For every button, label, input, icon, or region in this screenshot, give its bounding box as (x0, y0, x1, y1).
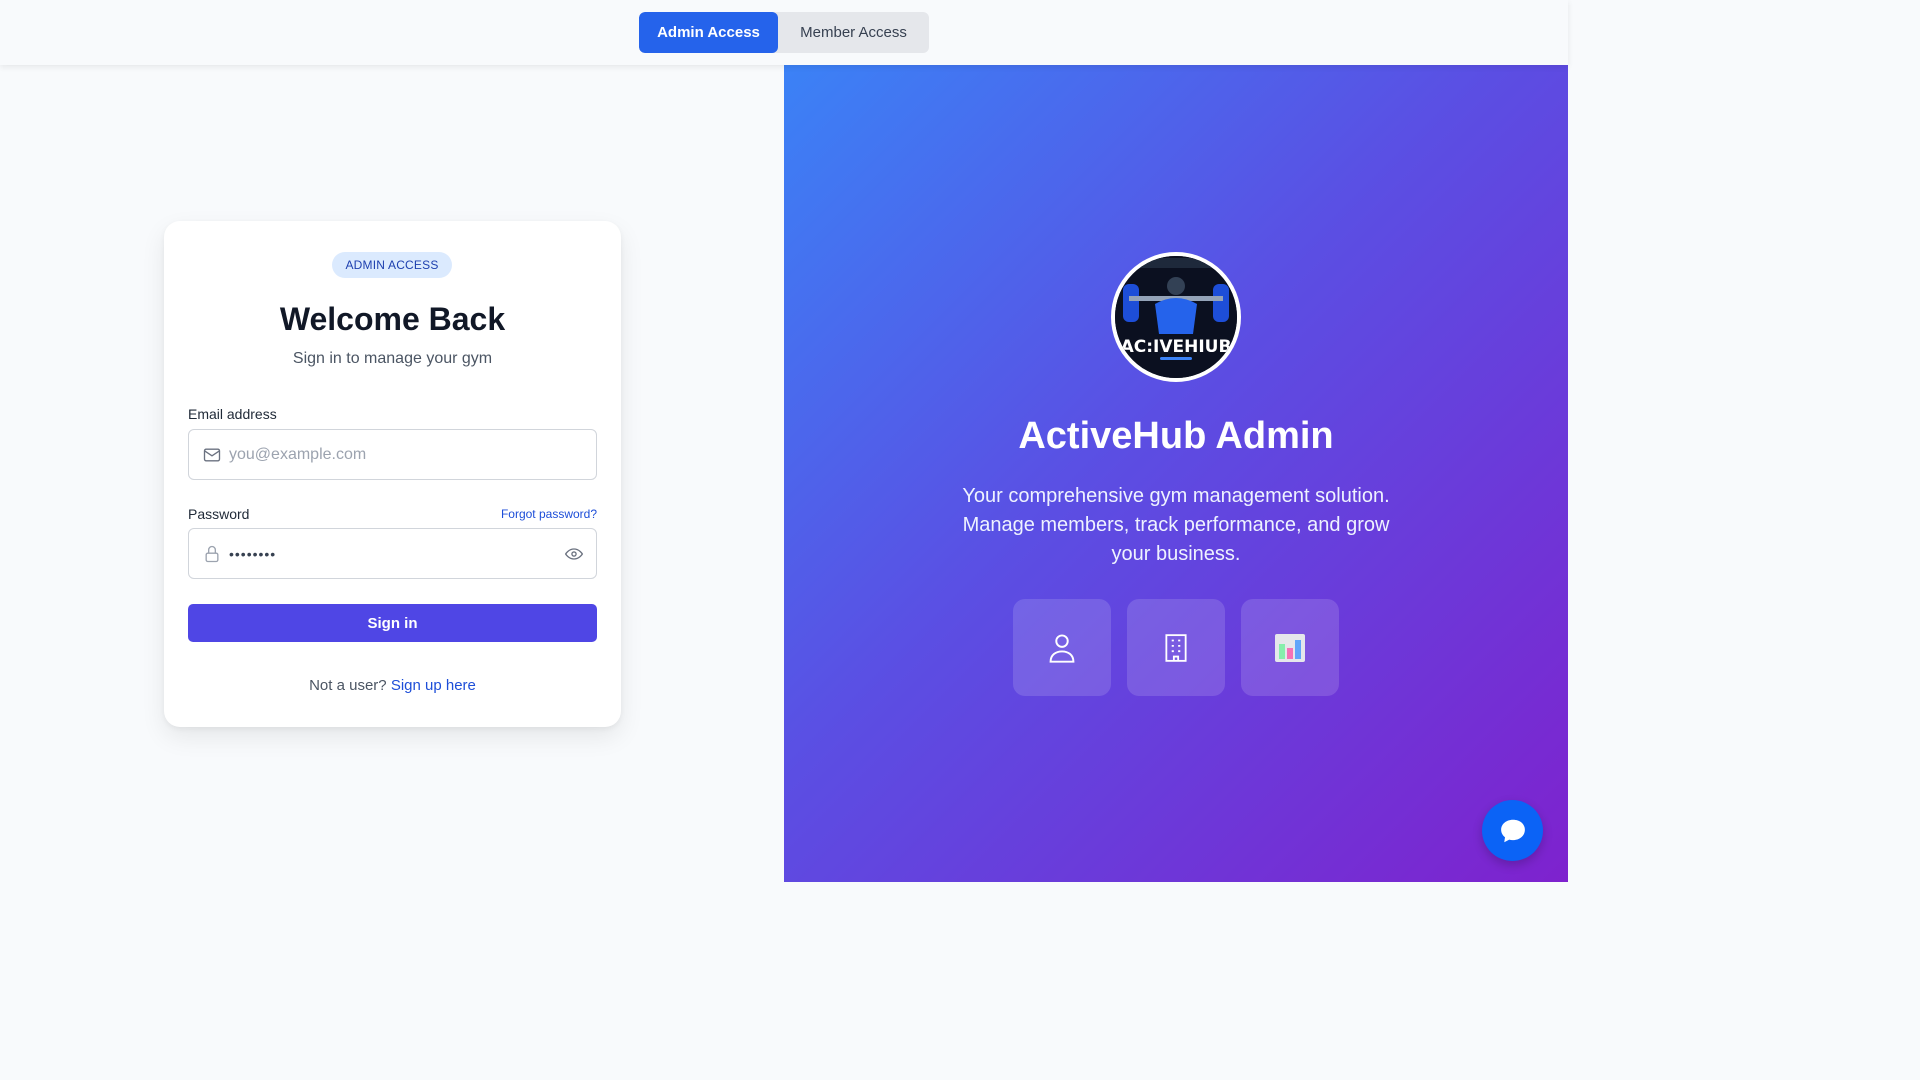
logo-image: AC:IVEHIUB (1115, 256, 1237, 378)
login-card: ADMIN ACCESS Welcome Back Sign in to man… (164, 221, 621, 727)
access-badge: ADMIN ACCESS (332, 252, 452, 278)
feature-facilities (1127, 599, 1225, 696)
lock-icon (205, 545, 219, 563)
chat-bubble-icon (1500, 819, 1525, 842)
feature-analytics (1241, 599, 1339, 696)
brand-logo: AC:IVEHIUB (1111, 252, 1241, 382)
password-field (188, 528, 597, 579)
building-icon (1165, 633, 1187, 662)
password-input[interactable] (229, 529, 549, 578)
logo-wordmark: AC:IVEHIUB (1121, 337, 1232, 357)
user-icon (1049, 633, 1075, 663)
signup-row: Not a user? Sign up here (164, 677, 621, 694)
brand-description: Your comprehensive gym management soluti… (962, 485, 1390, 565)
email-field (188, 429, 597, 480)
top-bar: Admin Access Member Access (0, 0, 1568, 65)
chart-icon (1275, 633, 1305, 662)
brand-pane: AC:IVEHIUB ActiveHub Admin Your comprehe… (784, 65, 1568, 882)
gym-mascot-icon: AC:IVEHIUB (1115, 256, 1237, 378)
chat-widget-button[interactable] (1482, 800, 1543, 861)
page-subtitle: Sign in to manage your gym (292, 350, 493, 367)
email-input[interactable] (229, 430, 549, 479)
password-label: Password (188, 506, 250, 522)
access-toggle: Admin Access Member Access (639, 12, 929, 53)
page-title: Welcome Back (279, 301, 506, 337)
sign-in-button[interactable]: Sign in (188, 604, 597, 642)
eye-icon[interactable] (564, 544, 584, 564)
brand-title: ActiveHub Admin (1018, 415, 1334, 457)
forgot-password-link[interactable]: Forgot password? (501, 507, 597, 521)
email-label: Email address (188, 406, 277, 422)
feature-members (1013, 599, 1111, 696)
signup-prompt: Not a user? (309, 677, 387, 694)
tab-member-access[interactable]: Member Access (778, 12, 929, 53)
sign-up-link[interactable]: Sign up here (391, 677, 476, 694)
login-pane: ADMIN ACCESS Welcome Back Sign in to man… (0, 65, 784, 882)
tab-admin-access[interactable]: Admin Access (639, 12, 778, 53)
mail-icon (203, 448, 221, 462)
